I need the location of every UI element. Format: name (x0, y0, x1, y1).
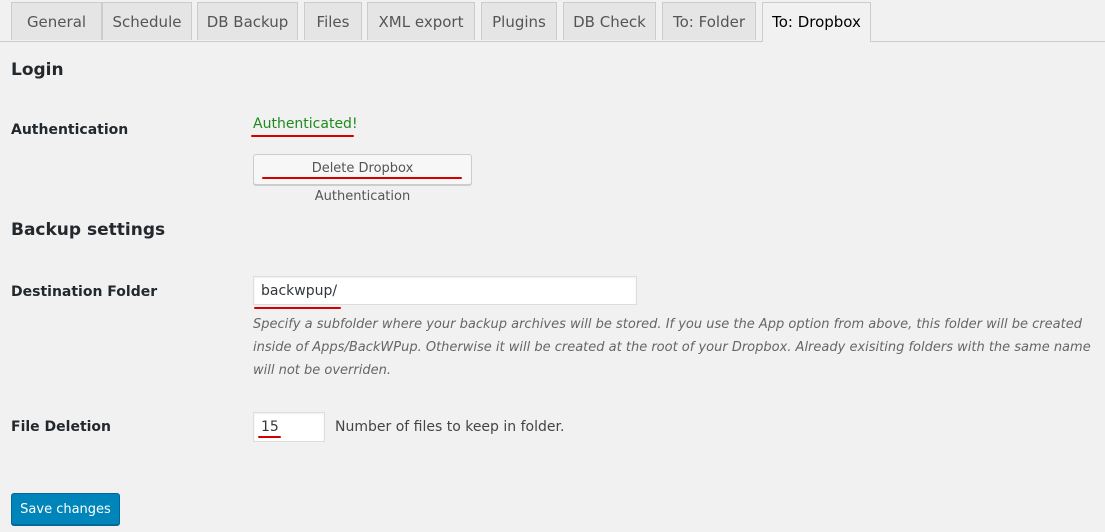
annotation-underline (251, 135, 354, 137)
tab-db-backup[interactable]: DB Backup (197, 2, 298, 40)
destination-folder-input[interactable] (253, 276, 637, 305)
tab-files[interactable]: Files (304, 2, 362, 40)
file-deletion-hint: Number of files to keep in folder. (335, 419, 565, 435)
tab-xml-export[interactable]: XML export (367, 2, 475, 40)
tab-schedule[interactable]: Schedule (102, 2, 192, 40)
tab-plugins[interactable]: Plugins (481, 2, 557, 40)
login-heading: Login (11, 60, 64, 80)
authentication-label: Authentication (11, 122, 129, 138)
tab-bar: General Schedule DB Backup Files XML exp… (0, 0, 1105, 42)
authentication-status: Authenticated! (253, 116, 358, 132)
file-deletion-label: File Deletion (11, 419, 112, 435)
delete-dropbox-auth-button[interactable]: Delete Dropbox Authentication (253, 154, 472, 204)
tab-general[interactable]: General (11, 2, 102, 40)
tab-to-dropbox[interactable]: To: Dropbox (762, 2, 871, 42)
backup-settings-heading: Backup settings (11, 220, 166, 240)
save-changes-button[interactable]: Save changes (11, 493, 120, 525)
annotation-underline (254, 307, 341, 309)
annotation-underline (262, 177, 462, 179)
annotation-underline (258, 436, 281, 438)
tab-to-folder[interactable]: To: Folder (662, 2, 756, 40)
destination-folder-label: Destination Folder (11, 284, 158, 300)
tab-db-check[interactable]: DB Check (563, 2, 656, 40)
destination-folder-description: Specify a subfolder where your backup ar… (253, 317, 1091, 378)
